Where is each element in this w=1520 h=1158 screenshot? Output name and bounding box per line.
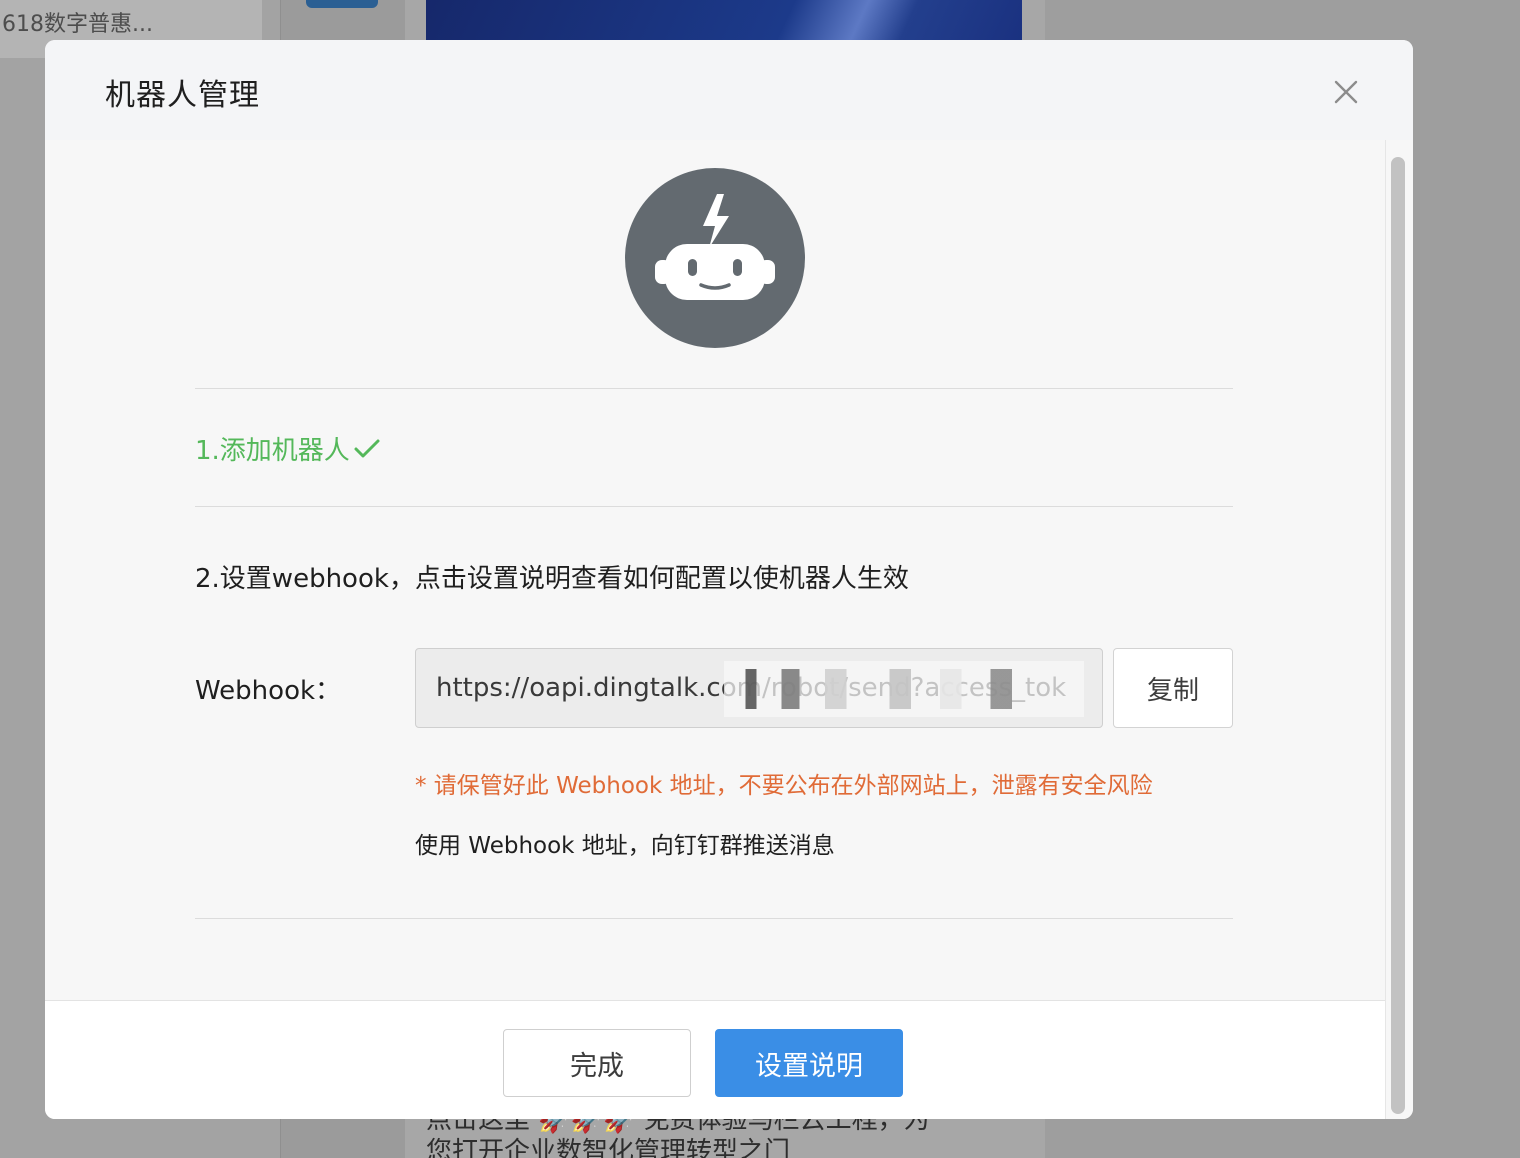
bg-left-snippet: 618数字普惠...	[2, 12, 153, 37]
dialog-body: 1.添加机器人 2.设置webhook，点击设置说明查看如何配置以使机器人生效 …	[45, 140, 1385, 1000]
divider	[195, 506, 1233, 507]
step-add-robot-label: 1.添加机器人	[195, 436, 350, 466]
divider	[195, 388, 1233, 389]
dialog-footer: 完成 设置说明	[45, 1000, 1385, 1119]
security-warning: * 请保管好此 Webhook 地址，不要公布在外部网站上，泄露有安全风险	[415, 773, 1153, 799]
dialog-header: 机器人管理	[45, 40, 1413, 140]
copy-button[interactable]: 复制	[1113, 648, 1233, 728]
bg-bottom-line-2: 您打开企业数智化管理转型之门	[426, 1137, 791, 1158]
dialog-title: 机器人管理	[105, 78, 260, 113]
usage-hint: 使用 Webhook 地址，向钉钉群推送消息	[415, 833, 835, 859]
setup-guide-button[interactable]: 设置说明	[715, 1029, 903, 1097]
robot-management-dialog: 机器人管理 1.添加机器人 2.设置webhook，点击设置说明查看如何配置以使…	[45, 40, 1413, 1119]
done-button[interactable]: 完成	[503, 1029, 691, 1097]
webhook-url-field[interactable]: https://oapi.dingtalk.com/robot/send?acc…	[415, 648, 1103, 728]
divider	[195, 918, 1233, 919]
step-set-webhook: 2.设置webhook，点击设置说明查看如何配置以使机器人生效	[195, 564, 909, 594]
bg-banner-image	[426, 0, 1022, 42]
bg-button	[306, 0, 378, 8]
close-icon[interactable]	[1328, 74, 1364, 110]
check-icon	[352, 434, 382, 464]
scrollbar-thumb[interactable]	[1391, 157, 1405, 1114]
robot-icon	[625, 168, 805, 348]
step-add-robot: 1.添加机器人	[195, 430, 382, 467]
redaction-pixels	[724, 669, 1084, 709]
webhook-label: Webhook：	[195, 676, 342, 706]
